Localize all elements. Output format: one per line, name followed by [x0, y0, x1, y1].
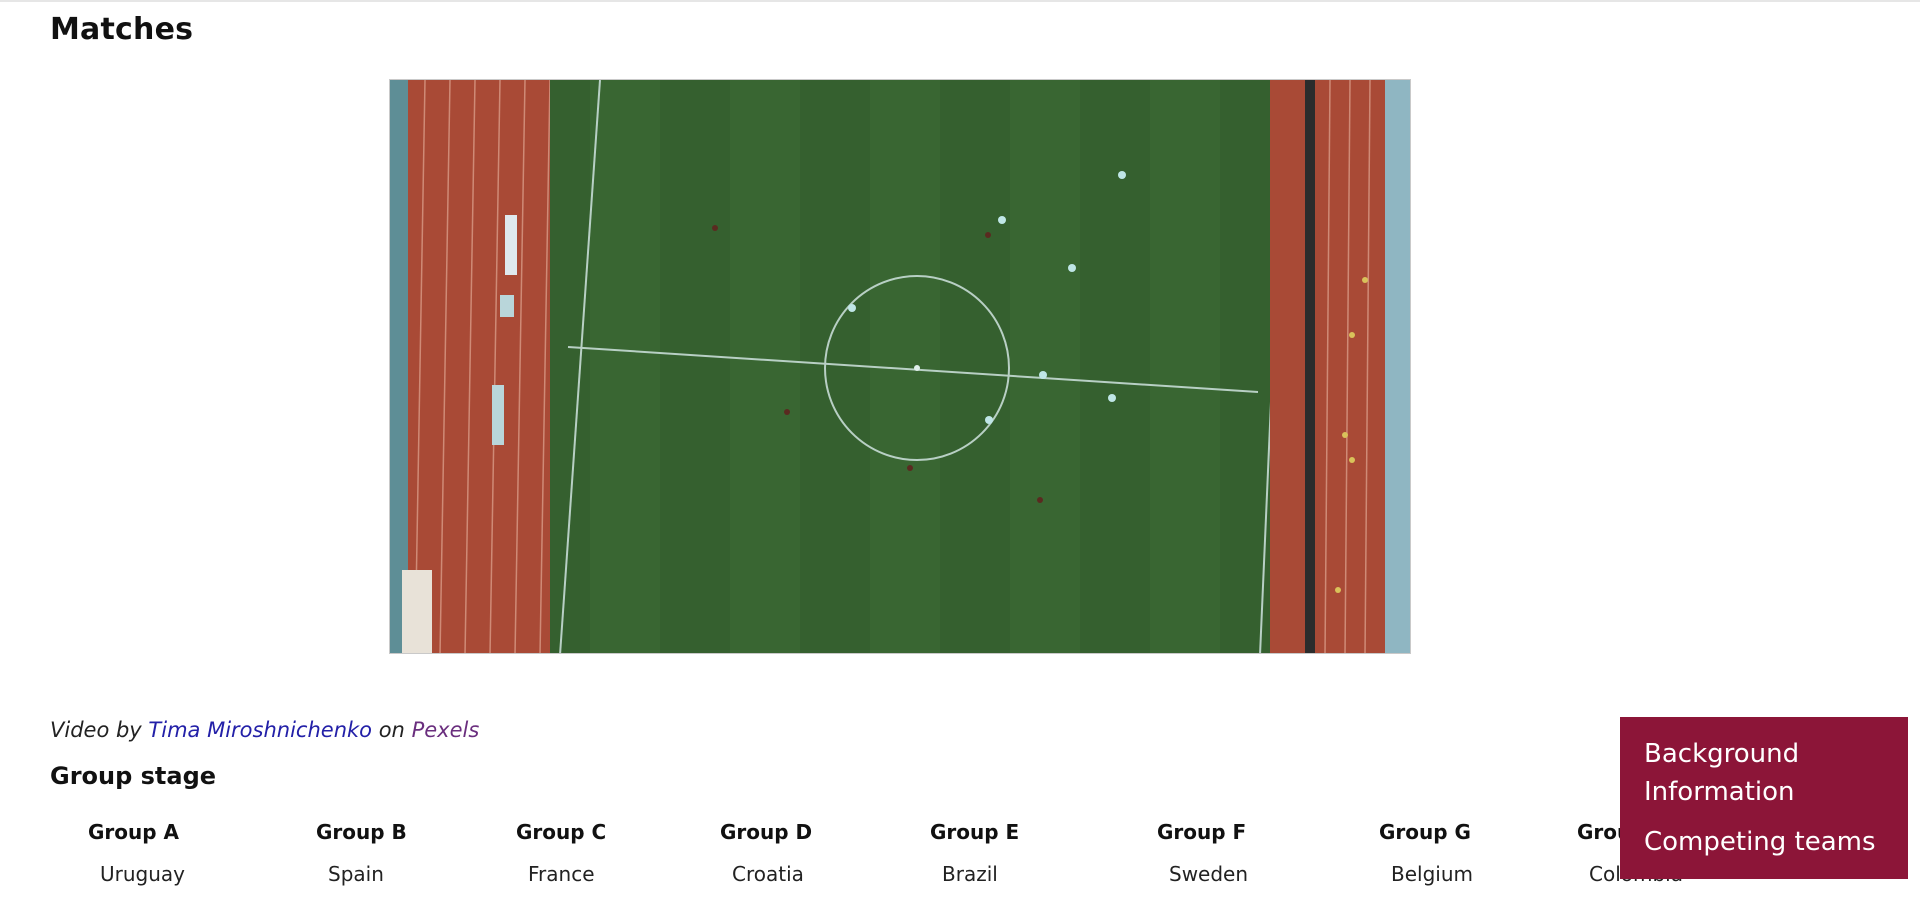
- group-column: Group C France: [516, 820, 736, 886]
- group-heading: Group C: [516, 820, 607, 844]
- group-column: Group A Uruguay: [88, 820, 308, 886]
- group-heading: Group B: [316, 820, 407, 844]
- group-column: Group E Brazil: [930, 820, 1150, 886]
- bench-2: [500, 295, 514, 317]
- group-team: Sweden: [1169, 862, 1249, 886]
- video-credit: Video by Tima Miroshnichenko on Pexels: [50, 718, 479, 742]
- group-column: Group B Spain: [316, 820, 536, 886]
- credit-author-link[interactable]: Tima Miroshnichenko: [148, 718, 372, 742]
- right-stand: [1385, 80, 1410, 653]
- group-team: France: [528, 862, 595, 886]
- group-team: Croatia: [732, 862, 804, 886]
- bench-1: [505, 215, 517, 275]
- left-building: [402, 570, 432, 653]
- credit-site-link[interactable]: Pexels: [412, 718, 480, 742]
- group-team: Spain: [328, 862, 384, 886]
- group-column: Group G Belgium: [1379, 820, 1599, 886]
- group-column: Group F Sweden: [1157, 820, 1377, 886]
- credit-prefix: Video by: [50, 718, 142, 742]
- stadium-aerial-image: [390, 80, 1410, 653]
- top-border: [0, 0, 1920, 2]
- page-title: Matches: [50, 12, 194, 47]
- right-track-barrier: [1305, 80, 1315, 653]
- menu-item-competing-teams[interactable]: Competing teams: [1644, 823, 1884, 861]
- group-team: Uruguay: [100, 862, 185, 886]
- group-heading: Group G: [1379, 820, 1471, 844]
- center-spot: [914, 365, 920, 371]
- menu-item-background-information[interactable]: Background Information: [1644, 735, 1884, 811]
- credit-middle: on: [378, 718, 405, 742]
- group-heading: Group D: [720, 820, 813, 844]
- group-column: Group D Croatia: [720, 820, 940, 886]
- group-team: Brazil: [942, 862, 998, 886]
- match-video[interactable]: [389, 79, 1411, 654]
- group-stage-title: Group stage: [50, 762, 217, 790]
- group-heading: Group A: [88, 820, 180, 844]
- group-heading: Group E: [930, 820, 1020, 844]
- navigation-popup-menu: Background Information Competing teams: [1620, 717, 1908, 879]
- group-heading: Group F: [1157, 820, 1247, 844]
- bench-3: [492, 385, 504, 445]
- group-team: Belgium: [1391, 862, 1473, 886]
- left-stand: [390, 80, 408, 653]
